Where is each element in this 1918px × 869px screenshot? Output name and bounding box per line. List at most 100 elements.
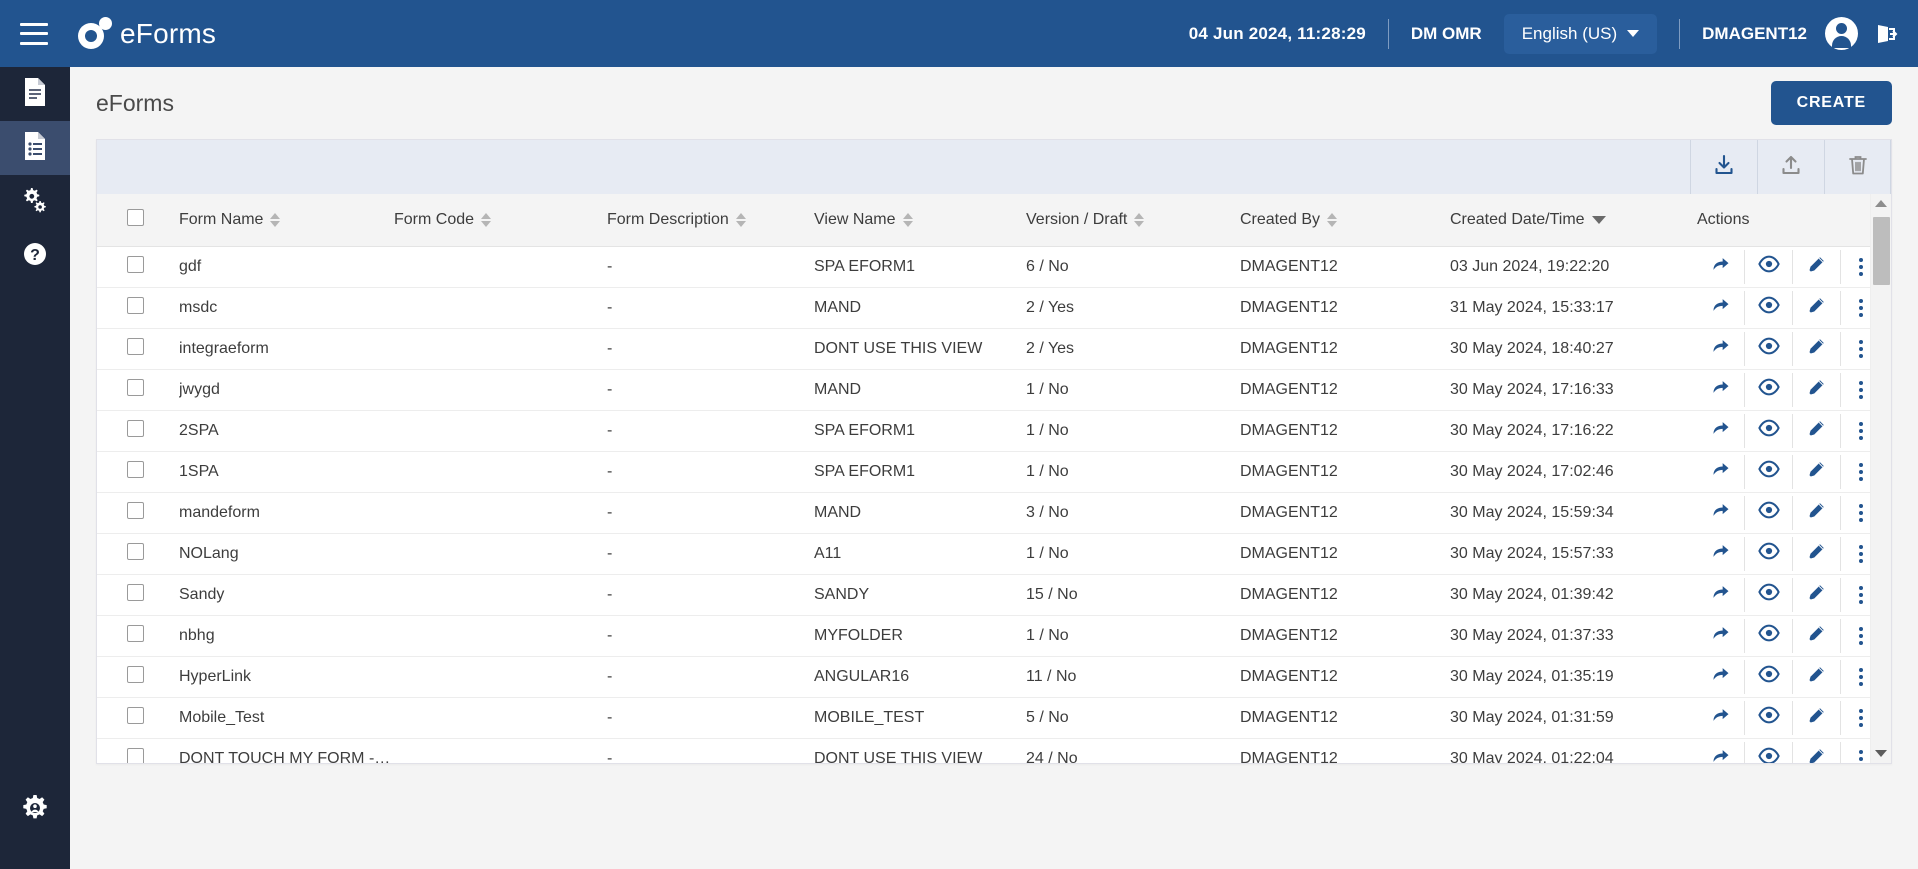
view-action[interactable]: [1745, 413, 1793, 448]
download-button[interactable]: [1690, 140, 1757, 194]
more-action[interactable]: [1841, 496, 1870, 530]
more-action[interactable]: [1841, 742, 1870, 764]
edit-action[interactable]: [1793, 331, 1841, 366]
scrollbar-track[interactable]: [1871, 213, 1892, 744]
more-action[interactable]: [1841, 414, 1870, 448]
row-checkbox[interactable]: [127, 624, 144, 642]
more-action[interactable]: [1841, 291, 1870, 325]
upload-button[interactable]: [1757, 140, 1824, 194]
share-action[interactable]: [1697, 577, 1745, 612]
more-action[interactable]: [1841, 455, 1870, 489]
sidebar-item-help[interactable]: ?: [0, 229, 70, 283]
more-action[interactable]: [1841, 660, 1870, 694]
user-avatar-icon[interactable]: [1825, 17, 1858, 50]
create-button[interactable]: CREATE: [1770, 81, 1892, 125]
edit-action[interactable]: [1793, 413, 1841, 448]
row-checkbox[interactable]: [127, 583, 144, 601]
logout-icon[interactable]: [1874, 22, 1898, 46]
share-action[interactable]: [1697, 700, 1745, 735]
delete-button[interactable]: [1824, 140, 1891, 194]
row-checkbox[interactable]: [127, 542, 144, 560]
row-checkbox[interactable]: [127, 706, 144, 724]
hamburger-icon[interactable]: [20, 22, 48, 45]
table-row[interactable]: integraeform - DONT USE THIS VIEW 2 / Yes DM…: [97, 328, 1870, 370]
view-action[interactable]: [1745, 454, 1793, 489]
view-action[interactable]: [1745, 700, 1793, 735]
language-selector[interactable]: English (US): [1503, 13, 1658, 54]
table-row[interactable]: 1SPA - SPA EFORM1 1 / No DMAGENT12 30 May 202…: [97, 451, 1870, 493]
sidebar-item-admin-settings[interactable]: [0, 783, 70, 837]
edit-action[interactable]: [1793, 290, 1841, 325]
table-row[interactable]: mandeform - MAND 3 / No DMAGENT12 30 May 2024…: [97, 492, 1870, 534]
scroll-down-button[interactable]: [1871, 744, 1892, 763]
scroll-up-button[interactable]: [1871, 194, 1892, 213]
view-action[interactable]: [1745, 495, 1793, 530]
row-checkbox[interactable]: [127, 296, 144, 314]
share-action[interactable]: [1697, 290, 1745, 325]
select-all-checkbox[interactable]: [127, 208, 144, 226]
column-header-created-by[interactable]: Created By: [1240, 194, 1450, 247]
view-action[interactable]: [1745, 741, 1793, 763]
column-header-form-description[interactable]: Form Description: [607, 194, 814, 247]
vertical-scrollbar[interactable]: [1870, 194, 1891, 763]
row-checkbox[interactable]: [127, 747, 144, 763]
view-action[interactable]: [1745, 577, 1793, 612]
share-action[interactable]: [1697, 249, 1745, 284]
edit-action[interactable]: [1793, 249, 1841, 284]
share-action[interactable]: [1697, 741, 1745, 763]
share-action[interactable]: [1697, 372, 1745, 407]
brand-logo[interactable]: eForms: [78, 16, 216, 51]
edit-action[interactable]: [1793, 372, 1841, 407]
table-row[interactable]: Sandy - SANDY 15 / No DMAGENT12 30 May 2024, …: [97, 574, 1870, 616]
table-row[interactable]: jwygd - MAND 1 / No DMAGENT12 30 May 2024, 17…: [97, 369, 1870, 411]
view-action[interactable]: [1745, 618, 1793, 653]
share-action[interactable]: [1697, 659, 1745, 694]
table-row[interactable]: DONT TOUCH MY FORM -… - DONT USE THIS VIEW…: [97, 738, 1870, 763]
share-action[interactable]: [1697, 618, 1745, 653]
more-action[interactable]: [1841, 332, 1870, 366]
share-action[interactable]: [1697, 331, 1745, 366]
more-action[interactable]: [1841, 578, 1870, 612]
table-row[interactable]: HyperLink - ANGULAR16 11 / No DMAGENT12 30 Ma…: [97, 656, 1870, 698]
sidebar-item-eforms[interactable]: [0, 121, 70, 175]
view-action[interactable]: [1745, 331, 1793, 366]
share-action[interactable]: [1697, 413, 1745, 448]
edit-action[interactable]: [1793, 536, 1841, 571]
table-row[interactable]: msdc - MAND 2 / Yes DMAGENT12 31 May 2024, 15…: [97, 287, 1870, 329]
edit-action[interactable]: [1793, 454, 1841, 489]
more-action[interactable]: [1841, 250, 1870, 284]
view-action[interactable]: [1745, 372, 1793, 407]
row-checkbox[interactable]: [127, 255, 144, 273]
more-action[interactable]: [1841, 701, 1870, 735]
share-action[interactable]: [1697, 495, 1745, 530]
view-action[interactable]: [1745, 659, 1793, 694]
row-checkbox[interactable]: [127, 337, 144, 355]
table-row[interactable]: nbhg - MYFOLDER 1 / No DMAGENT12 30 May 2024,…: [97, 615, 1870, 657]
scrollbar-thumb[interactable]: [1872, 217, 1890, 285]
row-checkbox[interactable]: [127, 501, 144, 519]
edit-action[interactable]: [1793, 495, 1841, 530]
more-action[interactable]: [1841, 619, 1870, 653]
share-action[interactable]: [1697, 454, 1745, 489]
row-checkbox[interactable]: [127, 665, 144, 683]
column-header-form-code[interactable]: Form Code: [394, 194, 607, 247]
column-header-created-datetime[interactable]: Created Date/Time: [1450, 194, 1697, 247]
view-action[interactable]: [1745, 249, 1793, 284]
column-header-version-draft[interactable]: Version / Draft: [1026, 194, 1240, 247]
row-checkbox[interactable]: [127, 378, 144, 396]
sidebar-item-document[interactable]: [0, 67, 70, 121]
more-action[interactable]: [1841, 537, 1870, 571]
edit-action[interactable]: [1793, 700, 1841, 735]
view-action[interactable]: [1745, 536, 1793, 571]
edit-action[interactable]: [1793, 618, 1841, 653]
row-checkbox[interactable]: [127, 419, 144, 437]
edit-action[interactable]: [1793, 659, 1841, 694]
table-row[interactable]: 2SPA - SPA EFORM1 1 / No DMAGENT12 30 May 202…: [97, 410, 1870, 452]
table-row[interactable]: Mobile_Test - MOBILE_TEST 5 / No DMAGENT12 30…: [97, 697, 1870, 739]
column-header-form-name[interactable]: Form Name: [179, 194, 394, 247]
share-action[interactable]: [1697, 536, 1745, 571]
sidebar-item-settings[interactable]: [0, 175, 70, 229]
more-action[interactable]: [1841, 373, 1870, 407]
column-header-view-name[interactable]: View Name: [814, 194, 1026, 247]
edit-action[interactable]: [1793, 741, 1841, 763]
